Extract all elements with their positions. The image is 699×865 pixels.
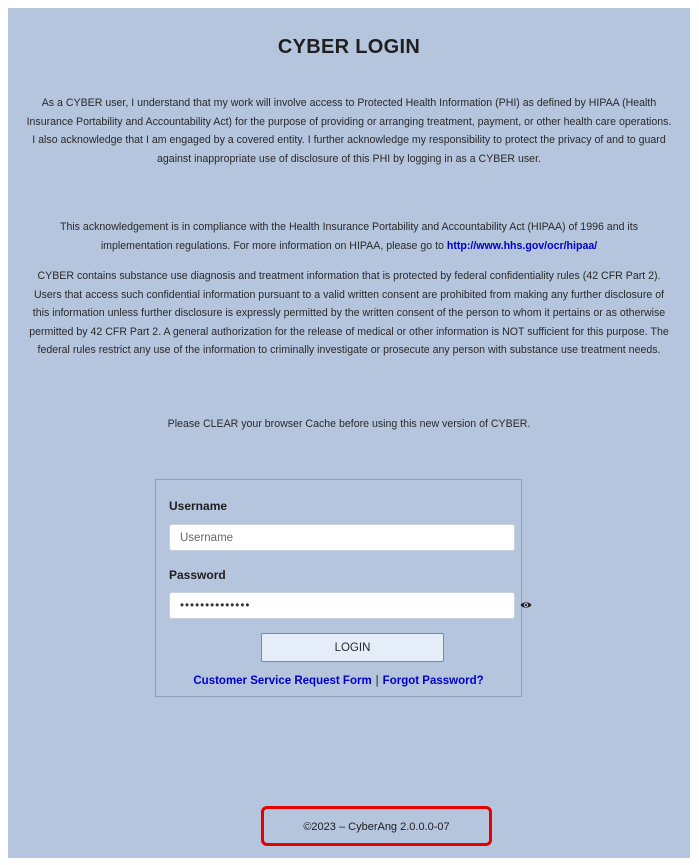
login-form: Username Password LOGIN Customer Service… <box>155 479 532 697</box>
page-title: CYBER LOGIN <box>277 36 421 58</box>
login-button[interactable]: LOGIN <box>261 633 444 662</box>
eye-icon[interactable] <box>520 598 532 612</box>
clear-cache-notice: Please CLEAR your browser Cache before u… <box>167 418 531 430</box>
password-input[interactable] <box>169 592 515 619</box>
link-separator: | <box>375 675 379 687</box>
hipaa-link[interactable]: http://www.hhs.gov/ocr/hipaa/ <box>447 240 597 252</box>
hipaa-compliance-text: This acknowledgement is in compliance wi… <box>26 218 672 255</box>
footer-copyright: ©2023 – CyberAng 2.0.0.0-07 <box>303 821 450 833</box>
confidentiality-rules-text: CYBER contains substance use diagnosis a… <box>29 270 669 357</box>
help-links: Customer Service Request Form | Forgot Pas… <box>156 675 521 687</box>
password-label: Password <box>169 568 226 582</box>
login-page-panel: CYBER LOGIN As a CYBER user, I understan… <box>8 8 690 858</box>
forgot-password-link[interactable]: Forgot Password? <box>383 675 484 687</box>
footer-highlight-box: ©2023 – CyberAng 2.0.0.0-07 <box>261 806 492 846</box>
hipaa-acknowledgement-text: As a CYBER user, I understand that my wo… <box>26 97 672 165</box>
username-label: Username <box>169 499 228 513</box>
customer-service-link[interactable]: Customer Service Request Form <box>193 675 371 687</box>
username-input[interactable] <box>169 524 515 551</box>
